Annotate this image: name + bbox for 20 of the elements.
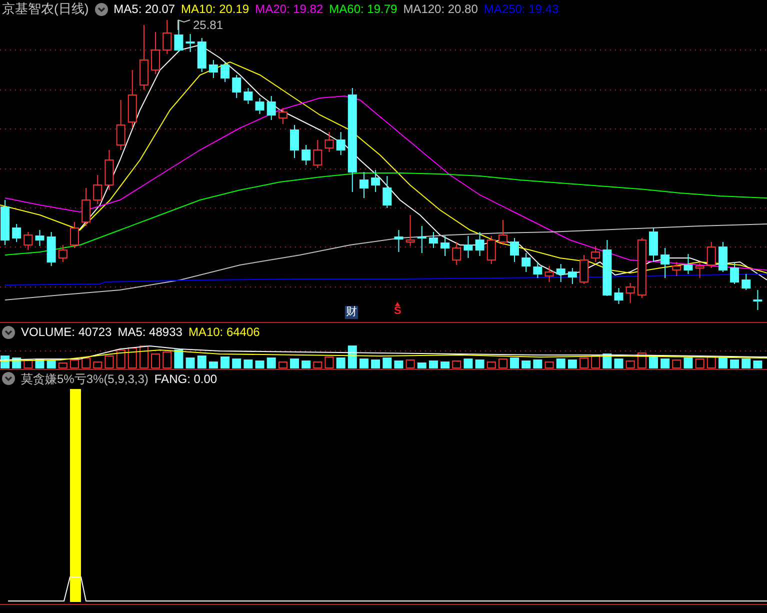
indicator-value: MA10: 64406 — [188, 324, 260, 341]
dropdown-icon[interactable] — [2, 372, 15, 385]
high-price-label: 25.81 — [193, 18, 224, 32]
indicator-value: MA10: 20.19 — [181, 1, 250, 18]
flag-icon — [178, 20, 190, 30]
signal-marker[interactable]: S — [394, 306, 402, 317]
dropdown-icon[interactable] — [2, 326, 15, 338]
indicator-value: MA60: 19.79 — [329, 1, 398, 18]
indicator-value: MA250: 19.43 — [484, 1, 559, 18]
indicator-value: MA5: 20.07 — [114, 1, 176, 18]
indicator-value: FANG: 0.00 — [154, 370, 218, 388]
finance-marker[interactable]: 财 — [345, 306, 358, 319]
dropdown-icon[interactable] — [94, 2, 108, 16]
arrow-up-icon — [395, 302, 400, 306]
stock-title: 京基智农(日线) — [2, 0, 89, 18]
indicator-value: MA120: 20.80 — [403, 1, 478, 18]
indicator-value: MA20: 19.82 — [255, 1, 324, 18]
strategy-title: 莫贪嫌5%亏3%(5,9,3,3) — [21, 370, 148, 388]
indicator-value: VOLUME: 40723 — [21, 324, 112, 341]
indicator-value: MA5: 48933 — [118, 324, 182, 341]
